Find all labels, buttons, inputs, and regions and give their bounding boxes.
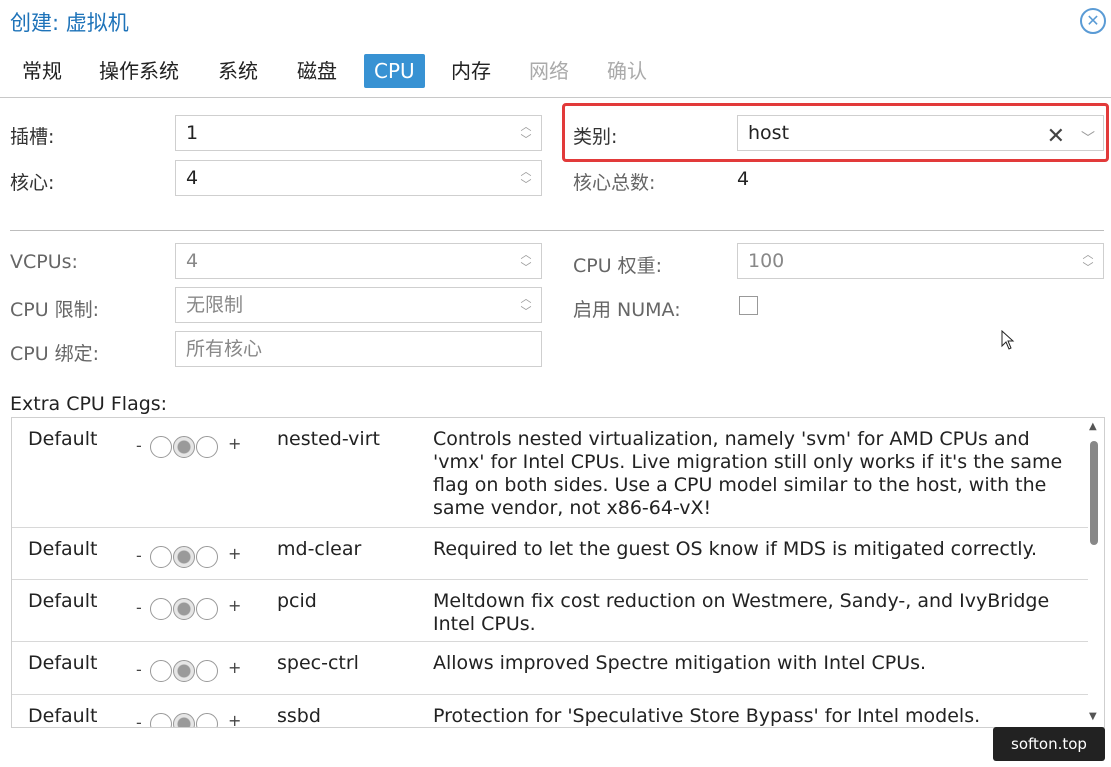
spinner-arrows-icon[interactable]: ︿ ﹀ <box>519 292 533 318</box>
tab-confirm: 确认 <box>607 59 647 83</box>
flag-state: Default <box>28 428 98 450</box>
spinner-arrows-icon[interactable]: ︿ ﹀ <box>519 248 533 274</box>
cpu-type-value: host <box>748 122 790 144</box>
cpu-weight-value: 100 <box>748 250 785 272</box>
close-icon[interactable]: ✕ <box>1080 8 1106 34</box>
cpu-weight-input[interactable]: 100 ︿ ﹀ <box>737 243 1104 279</box>
flag-minus: - <box>136 713 142 728</box>
flag-name: ssbd <box>277 705 321 727</box>
toggle-off-radio[interactable] <box>150 546 172 568</box>
toggle-default-radio[interactable] <box>173 713 195 727</box>
vcpus-label: VCPUs: <box>10 251 78 273</box>
flag-minus: - <box>136 660 142 679</box>
flags-scrollbar[interactable]: ▲ ▼ <box>1088 421 1100 726</box>
flag-description: Allows improved Spectre mitigation with … <box>433 652 927 674</box>
cpu-affinity-label: CPU 绑定: <box>10 343 100 365</box>
toggle-on-radio[interactable] <box>196 598 218 620</box>
flag-description: Controls nested virtualization, namely '… <box>433 428 1063 519</box>
vcpus-value: 4 <box>186 250 199 272</box>
numa-checkbox[interactable] <box>739 296 758 315</box>
cores-label: 核心: <box>10 172 55 194</box>
mouse-cursor-icon <box>1001 330 1015 350</box>
clear-x-icon[interactable]: ✕ <box>1047 124 1065 149</box>
flag-minus: - <box>136 436 142 455</box>
cores-value: 4 <box>186 167 199 189</box>
table-row: Default - + nested-virt Controls nested … <box>12 418 1088 528</box>
flag-description: Meltdown fix cost reduction on Westmere,… <box>433 590 1050 635</box>
toggle-on-radio[interactable] <box>196 546 218 568</box>
tab-disks[interactable]: 磁盘 <box>287 54 347 88</box>
flag-plus: + <box>228 711 242 728</box>
tab-cpu[interactable]: CPU <box>364 54 425 88</box>
scroll-up-icon[interactable]: ▲ <box>1089 421 1097 432</box>
toggle-off-radio[interactable] <box>150 713 172 727</box>
section-divider <box>10 230 1104 231</box>
flag-plus: + <box>228 658 242 677</box>
table-row: Default - + md-clear Required to let the… <box>12 528 1088 580</box>
total-cores-value: 4 <box>737 168 750 190</box>
spinner-arrows-icon[interactable]: ︿ ﹀ <box>519 165 533 191</box>
total-cores-label: 核心总数: <box>573 172 656 194</box>
table-row: Default - + ssbd Protection for 'Specula… <box>12 695 1088 728</box>
cpu-affinity-input[interactable]: 所有核心 <box>175 331 542 367</box>
tab-os[interactable]: 操作系统 <box>89 54 189 88</box>
sockets-value: 1 <box>186 122 199 144</box>
cpu-affinity-placeholder: 所有核心 <box>186 338 263 360</box>
cpu-limit-label: CPU 限制: <box>10 299 100 321</box>
spinner-arrows-icon[interactable]: ︿ ﹀ <box>519 120 533 146</box>
watermark-badge: softon.top <box>993 727 1105 761</box>
toggle-on-radio[interactable] <box>196 436 218 458</box>
flag-minus: - <box>136 598 142 617</box>
window-title: 创建: 虚拟机 <box>10 11 129 35</box>
toggle-off-radio[interactable] <box>150 598 172 620</box>
sockets-label: 插槽: <box>10 126 55 148</box>
flag-state: Default <box>28 538 98 560</box>
tab-network: 网络 <box>529 59 569 83</box>
toggle-default-radio[interactable] <box>173 546 195 568</box>
cpu-type-label: 类别: <box>573 126 618 148</box>
sockets-input[interactable]: 1 ︿ ﹀ <box>175 115 542 151</box>
cores-input[interactable]: 4 ︿ ﹀ <box>175 160 542 196</box>
cpu-type-combobox[interactable]: host ✕ ﹀ <box>737 115 1104 151</box>
flag-name: nested-virt <box>277 428 380 450</box>
cpu-limit-input[interactable]: 无限制 ︿ ﹀ <box>175 287 542 323</box>
chevron-down-icon[interactable]: ﹀ <box>1081 131 1095 147</box>
spinner-arrows-icon[interactable]: ︿ ﹀ <box>1081 248 1095 274</box>
flag-name: md-clear <box>277 538 362 560</box>
flag-state: Default <box>28 652 98 674</box>
table-row: Default - + spec-ctrl Allows improved Sp… <box>12 642 1088 695</box>
toggle-default-radio[interactable] <box>173 598 195 620</box>
flag-state: Default <box>28 705 98 727</box>
flag-description: Protection for 'Speculative Store Bypass… <box>433 705 981 727</box>
numa-label: 启用 NUMA: <box>573 299 681 321</box>
table-row: Default - + pcid Meltdown fix cost reduc… <box>12 580 1088 642</box>
toggle-on-radio[interactable] <box>196 660 218 682</box>
cpu-weight-label: CPU 权重: <box>573 255 663 277</box>
flag-plus: + <box>228 544 242 563</box>
flag-plus: + <box>228 434 242 453</box>
flag-description: Required to let the guest OS know if MDS… <box>433 538 1038 560</box>
flag-name: spec-ctrl <box>277 652 359 674</box>
cpu-limit-value: 无限制 <box>186 294 244 316</box>
flag-state: Default <box>28 590 98 612</box>
scroll-thumb[interactable] <box>1090 441 1098 545</box>
scroll-down-icon[interactable]: ▼ <box>1089 711 1097 722</box>
tab-bar: 常规 操作系统 系统 磁盘 CPU 内存 网络 确认 <box>0 52 1111 98</box>
cpu-flags-grid: Default - + nested-virt Controls nested … <box>11 417 1105 728</box>
toggle-off-radio[interactable] <box>150 660 172 682</box>
vcpus-input[interactable]: 4 ︿ ﹀ <box>175 243 542 279</box>
extra-cpu-flags-label: Extra CPU Flags: <box>10 393 168 415</box>
tab-system[interactable]: 系统 <box>208 54 268 88</box>
toggle-default-radio[interactable] <box>173 660 195 682</box>
toggle-default-radio[interactable] <box>173 436 195 458</box>
toggle-on-radio[interactable] <box>196 713 218 727</box>
window-titlebar: 创建: 虚拟机 ✕ <box>0 0 1111 44</box>
flag-plus: + <box>228 596 242 615</box>
flag-name: pcid <box>277 590 317 612</box>
tab-general[interactable]: 常规 <box>12 54 72 88</box>
tab-memory[interactable]: 内存 <box>441 54 501 88</box>
flag-minus: - <box>136 546 142 565</box>
toggle-off-radio[interactable] <box>150 436 172 458</box>
